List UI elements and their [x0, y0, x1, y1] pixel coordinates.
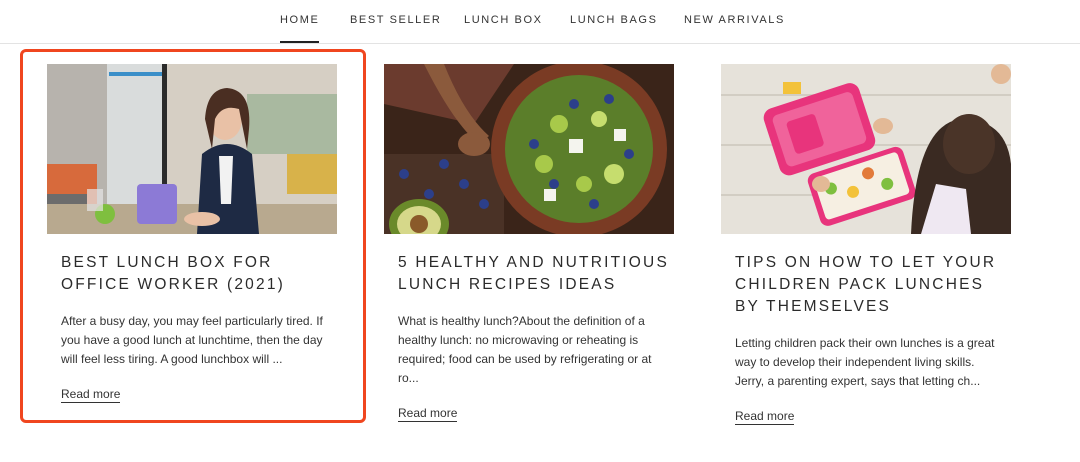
nav-item-lunch-bags[interactable]: LUNCH BAGS	[570, 14, 658, 26]
post-image-children-lunch[interactable]	[721, 64, 1011, 234]
nav-item-new-arrivals[interactable]: NEW ARRIVALS	[684, 14, 785, 26]
blog-card-healthy-recipes: 5 HEALTHY AND NUTRITIOUS LUNCH RECIPES I…	[384, 64, 674, 422]
read-more-link[interactable]: Read more	[735, 409, 795, 425]
post-title[interactable]: BEST LUNCH BOX FOR OFFICE WORKER (2021)	[61, 252, 341, 296]
nav-item-home[interactable]: HOME	[280, 14, 320, 43]
blog-card-office-worker: BEST LUNCH BOX FOR OFFICE WORKER (2021) …	[47, 64, 337, 403]
post-excerpt: What is healthy lunch?About the definiti…	[398, 314, 652, 385]
post-title[interactable]: TIPS ON HOW TO LET YOUR CHILDREN PACK LU…	[735, 252, 1015, 318]
read-more-link[interactable]: Read more	[61, 387, 121, 403]
post-excerpt: After a busy day, you may feel particula…	[61, 314, 323, 366]
salad-bowl-photo	[384, 64, 674, 234]
main-nav: HOME BEST SELLER LUNCH BOX LUNCH BAGS NE…	[0, 0, 1080, 44]
post-image-office-worker[interactable]	[47, 64, 337, 234]
office-woman-lunchbox-photo	[47, 64, 337, 234]
post-title[interactable]: 5 HEALTHY AND NUTRITIOUS LUNCH RECIPES I…	[398, 252, 678, 296]
nav-item-lunch-box[interactable]: LUNCH BOX	[464, 14, 543, 26]
read-more-link[interactable]: Read more	[398, 406, 458, 422]
nav-item-best-seller[interactable]: BEST SELLER	[350, 14, 441, 26]
blog-card-children-pack-lunches: TIPS ON HOW TO LET YOUR CHILDREN PACK LU…	[721, 64, 1011, 425]
post-excerpt: Letting children pack their own lunches …	[735, 336, 995, 388]
child-packing-lunchbox-photo	[721, 64, 1011, 234]
post-image-healthy-recipes[interactable]	[384, 64, 674, 234]
